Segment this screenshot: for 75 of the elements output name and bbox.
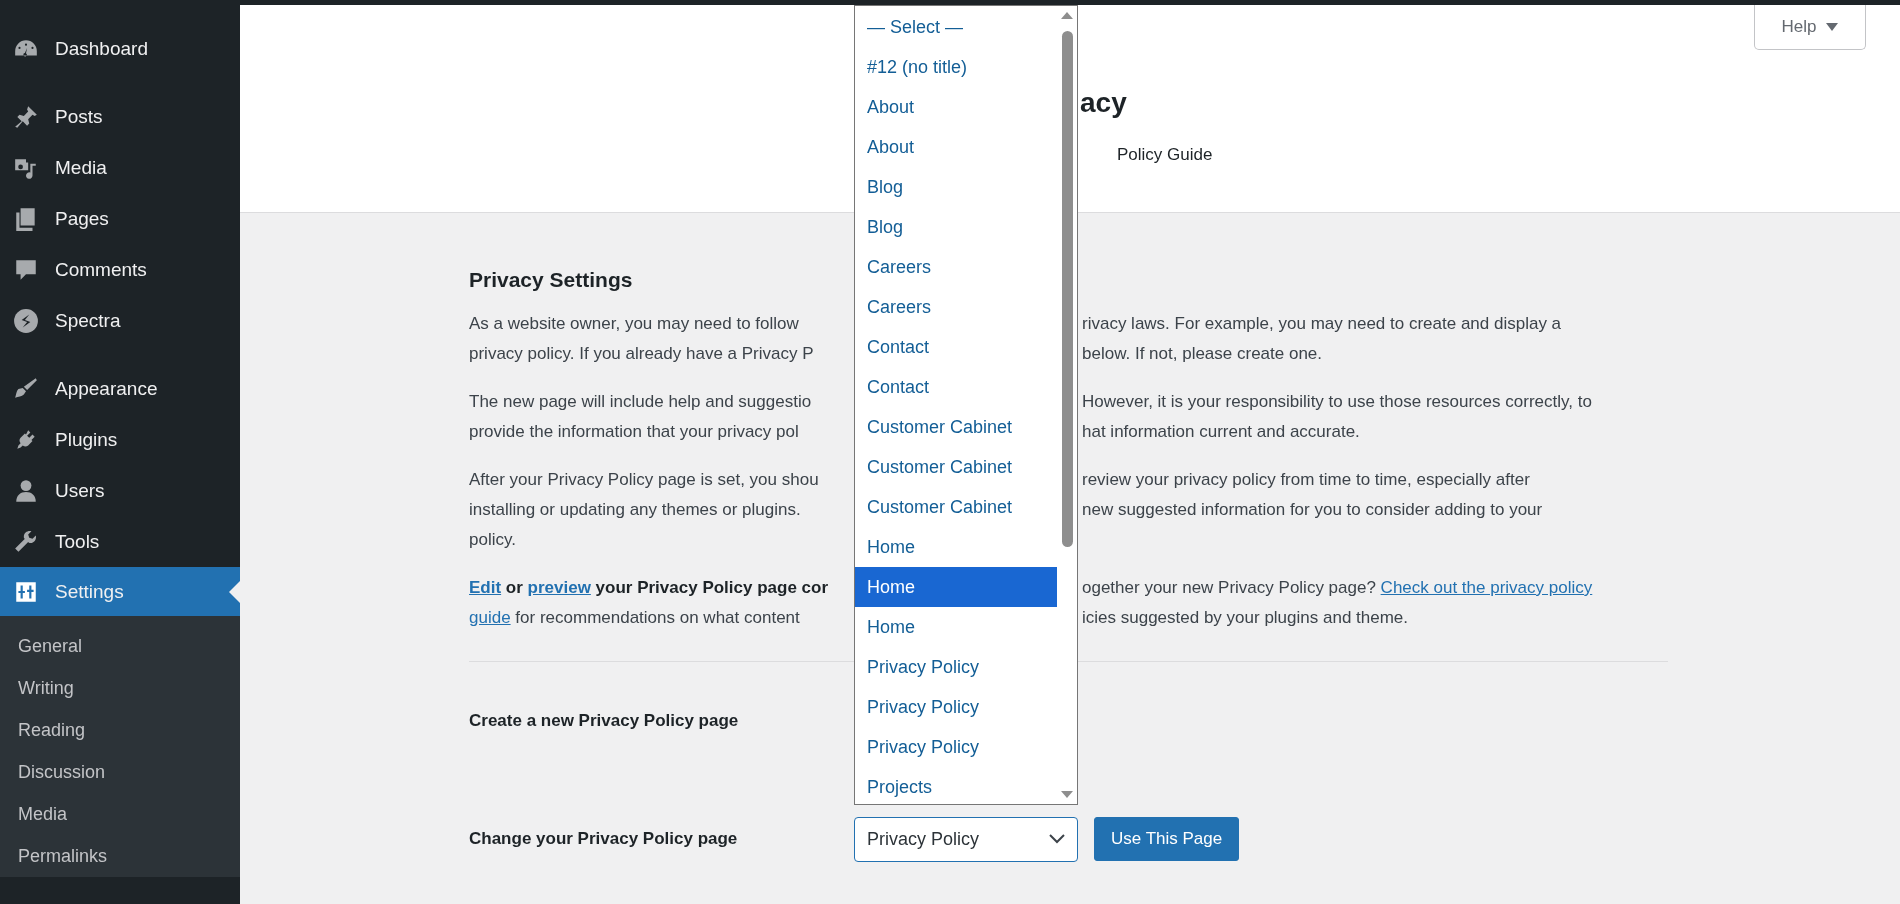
pointer-arrow-icon bbox=[229, 581, 240, 603]
sidebar-item[interactable]: Dashboard bbox=[0, 23, 240, 74]
dropdown-option[interactable]: Customer Cabinet bbox=[855, 487, 1057, 527]
paragraph-text: icies suggested by your plugins and theme. bbox=[1082, 608, 1409, 627]
page-select[interactable]: Privacy Policy bbox=[854, 816, 1078, 862]
dropdown-option[interactable]: #12 (no title) bbox=[855, 47, 1057, 87]
paragraph-text: new suggested information for you to consider adding to your bbox=[1082, 500, 1543, 519]
sidebar-item[interactable]: Posts bbox=[0, 91, 240, 142]
paragraph-text: ogether your new Privacy Policy page? Check out the privacy policy bbox=[1082, 578, 1593, 597]
paragraph-text: installing or updating any themes or plugins. bbox=[469, 500, 801, 519]
dropdown-option[interactable]: About bbox=[855, 87, 1057, 127]
paragraph-text: rivacy laws. For example, you may need to create and display a bbox=[1082, 314, 1562, 333]
submenu-item[interactable]: General bbox=[0, 625, 240, 667]
text-link[interactable]: preview bbox=[527, 578, 591, 597]
nav-tab[interactable]: Policy Guide bbox=[1117, 141, 1213, 176]
paragraph-text: privacy policy. If you already have a Privacy P bbox=[469, 344, 814, 363]
dropdown-option[interactable]: Customer Cabinet bbox=[855, 447, 1057, 487]
pin-icon bbox=[13, 103, 39, 130]
paragraph-text: As a website owner, you may need to follow bbox=[469, 314, 799, 333]
dropdown-option[interactable]: Blog bbox=[855, 167, 1057, 207]
sidebar-item[interactable]: Plugins bbox=[0, 414, 240, 465]
dropdown-option[interactable]: Customer Cabinet bbox=[855, 407, 1057, 447]
dropdown-option[interactable]: Home bbox=[855, 567, 1057, 607]
form-label: Create a new Privacy Policy page bbox=[469, 711, 740, 731]
paragraph-text: However, it is your responsibility to use those resources correctly, to bbox=[1082, 392, 1592, 411]
submenu-item[interactable]: Discussion bbox=[0, 751, 240, 793]
scrollbar-thumb[interactable] bbox=[1061, 31, 1073, 547]
sidebar-item[interactable]: Users bbox=[0, 465, 240, 516]
paragraph-text: After your Privacy Policy page is set, you shou bbox=[469, 470, 819, 489]
dropdown-option[interactable]: About bbox=[855, 127, 1057, 167]
submenu-item[interactable]: Media bbox=[0, 793, 240, 835]
dropdown-option[interactable]: Home bbox=[855, 607, 1057, 647]
wrench-icon bbox=[13, 528, 39, 555]
dropdown-option[interactable]: Contact bbox=[855, 327, 1057, 367]
sidebar-item[interactable]: Spectra bbox=[0, 295, 240, 346]
dropdown-option[interactable]: Privacy Policy bbox=[855, 727, 1057, 767]
dropdown-option[interactable]: Blog bbox=[855, 207, 1057, 247]
dropdown-option[interactable]: Careers bbox=[855, 287, 1057, 327]
paragraph-text: policy. bbox=[469, 530, 516, 549]
sidebar-item[interactable]: Appearance bbox=[0, 363, 240, 414]
paragraph-text: Edit or preview your Privacy Policy page cor bbox=[469, 578, 829, 597]
use-page-button[interactable]: Use This Page bbox=[1094, 817, 1240, 861]
text-link[interactable]: Edit bbox=[469, 578, 502, 597]
dropdown-option[interactable]: Careers bbox=[855, 247, 1057, 287]
dropdown-option[interactable]: Contact bbox=[855, 367, 1057, 407]
paragraph-text: below. If not, please create one. bbox=[1082, 344, 1323, 363]
submenu-item[interactable]: Writing bbox=[0, 667, 240, 709]
page-title: acy bbox=[1080, 86, 1128, 120]
sidebar-item[interactable]: Comments bbox=[0, 244, 240, 295]
paragraph-text: provide the information that your privacy pol bbox=[469, 422, 799, 441]
section-heading: Privacy Settings bbox=[469, 267, 633, 293]
caret-icon bbox=[1826, 23, 1839, 31]
text-link[interactable]: guide bbox=[469, 608, 511, 627]
paragraph-text: guide for recommendations on what content bbox=[469, 608, 800, 627]
sidebar-item[interactable]: Tools bbox=[0, 516, 240, 567]
dropdown-option[interactable]: Privacy Policy bbox=[855, 647, 1057, 687]
sidebar-item[interactable]: Settings bbox=[0, 567, 240, 616]
scroll-up-icon[interactable] bbox=[1061, 12, 1073, 19]
dropdown-option[interactable]: Projects bbox=[855, 767, 1057, 807]
dropdown-option[interactable]: — Select — bbox=[855, 7, 1057, 47]
dropdown-option[interactable]: Home bbox=[855, 527, 1057, 567]
sidebar-item[interactable]: Pages bbox=[0, 193, 240, 244]
help-button[interactable]: Help bbox=[1754, 5, 1866, 50]
submenu-item[interactable]: Reading bbox=[0, 709, 240, 751]
form-label: Change your Privacy Policy page bbox=[469, 829, 739, 849]
paragraph-text: review your privacy policy from time to time, especially after bbox=[1082, 470, 1530, 489]
scroll-down-icon[interactable] bbox=[1061, 791, 1073, 798]
text-link[interactable]: Check out the privacy policy bbox=[1380, 578, 1593, 597]
sidebar-item[interactable]: Media bbox=[0, 142, 240, 193]
paragraph-text: The new page will include help and suggestio bbox=[469, 392, 812, 411]
submenu-item[interactable]: Permalinks bbox=[0, 835, 240, 877]
paragraph-text: hat information current and accurate. bbox=[1082, 422, 1360, 441]
user-icon bbox=[13, 477, 39, 504]
dropdown-option[interactable]: Privacy Policy bbox=[855, 687, 1057, 727]
chevron-down-icon bbox=[1049, 834, 1065, 844]
